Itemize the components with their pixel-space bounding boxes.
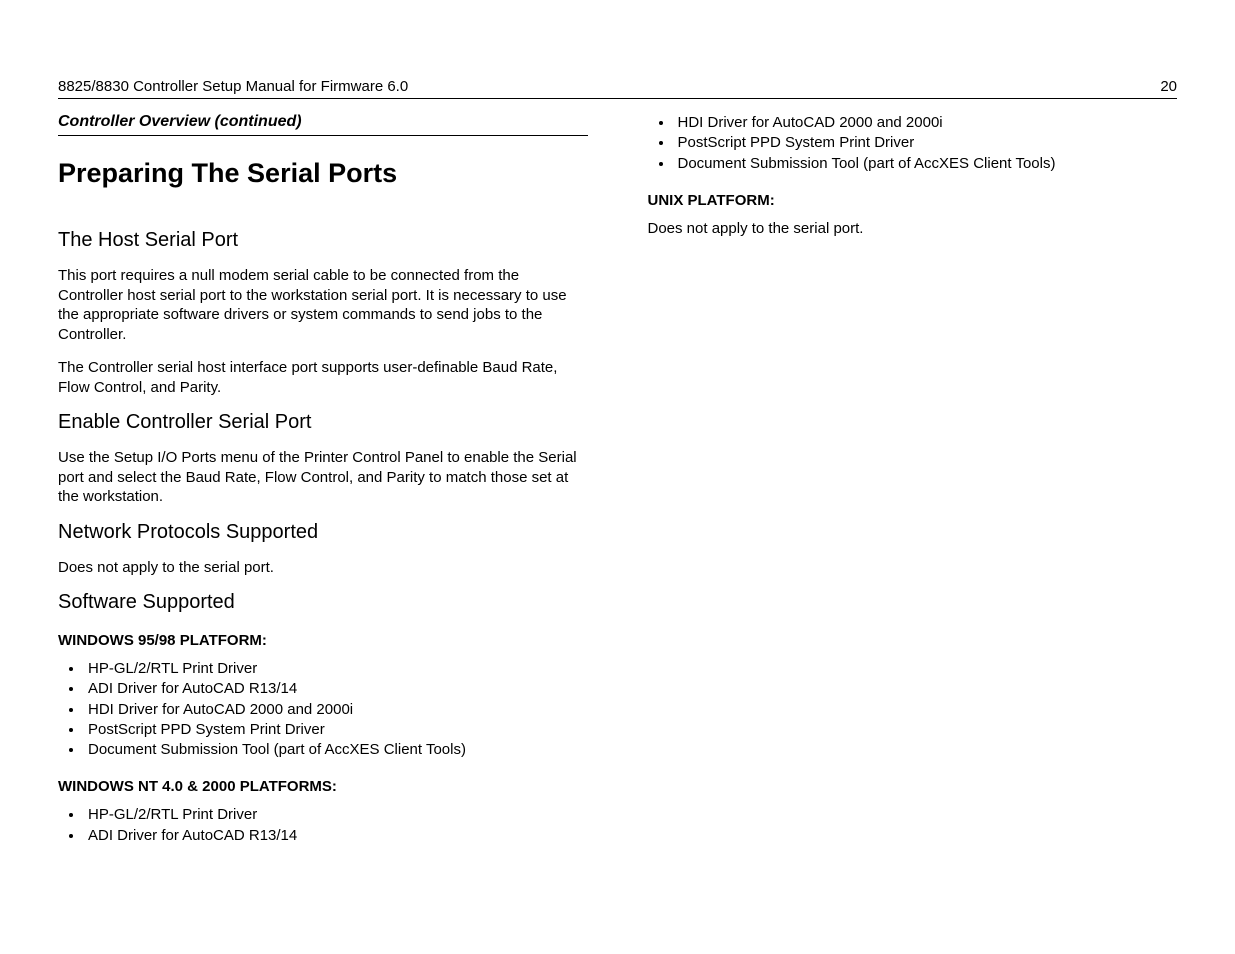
section-continued-label: Controller Overview (continued) [58,113,588,136]
paragraph: Does not apply to the serial port. [58,558,588,578]
list-item: ADI Driver for AutoCAD R13/14 [84,826,588,846]
subheading-enable-port: Enable Controller Serial Port [58,411,588,434]
subheading-software-supported: Software Supported [58,591,588,614]
paragraph: This port requires a null modem serial c… [58,266,588,344]
win9598-list: HP-GL/2/RTL Print Driver ADI Driver for … [58,659,588,760]
document-page: 8825/8830 Controller Setup Manual for Fi… [0,0,1235,954]
list-item: HP-GL/2/RTL Print Driver [84,659,588,679]
list-item: Document Submission Tool (part of AccXES… [84,740,588,760]
page-number: 20 [1160,78,1177,95]
list-item: PostScript PPD System Print Driver [84,720,588,740]
subheading-host-serial-port: The Host Serial Port [58,229,588,252]
main-heading: Preparing The Serial Ports [58,158,588,189]
right-column: HDI Driver for AutoCAD 2000 and 2000i Po… [648,113,1178,860]
platform-label-win9598: WINDOWS 95/98 PLATFORM: [58,632,588,649]
list-item: HDI Driver for AutoCAD 2000 and 2000i [674,113,1178,133]
paragraph: Use the Setup I/O Ports menu of the Prin… [58,448,588,507]
list-item: HDI Driver for AutoCAD 2000 and 2000i [84,700,588,720]
subheading-network-protocols: Network Protocols Supported [58,521,588,544]
page-header: 8825/8830 Controller Setup Manual for Fi… [58,78,1177,99]
header-title: 8825/8830 Controller Setup Manual for Fi… [58,78,408,95]
winnt-list-part1: HP-GL/2/RTL Print Driver ADI Driver for … [58,805,588,846]
list-item: HP-GL/2/RTL Print Driver [84,805,588,825]
left-column: Controller Overview (continued) Preparin… [58,113,588,860]
platform-label-winnt: WINDOWS NT 4.0 & 2000 PLATFORMS: [58,778,588,795]
content-columns: Controller Overview (continued) Preparin… [58,113,1177,860]
list-item: PostScript PPD System Print Driver [674,133,1178,153]
platform-label-unix: UNIX PLATFORM: [648,192,1178,209]
list-item: ADI Driver for AutoCAD R13/14 [84,679,588,699]
list-item: Document Submission Tool (part of AccXES… [674,154,1178,174]
paragraph: Does not apply to the serial port. [648,219,1178,239]
paragraph: The Controller serial host interface por… [58,358,588,397]
winnt-list-part2: HDI Driver for AutoCAD 2000 and 2000i Po… [648,113,1178,174]
